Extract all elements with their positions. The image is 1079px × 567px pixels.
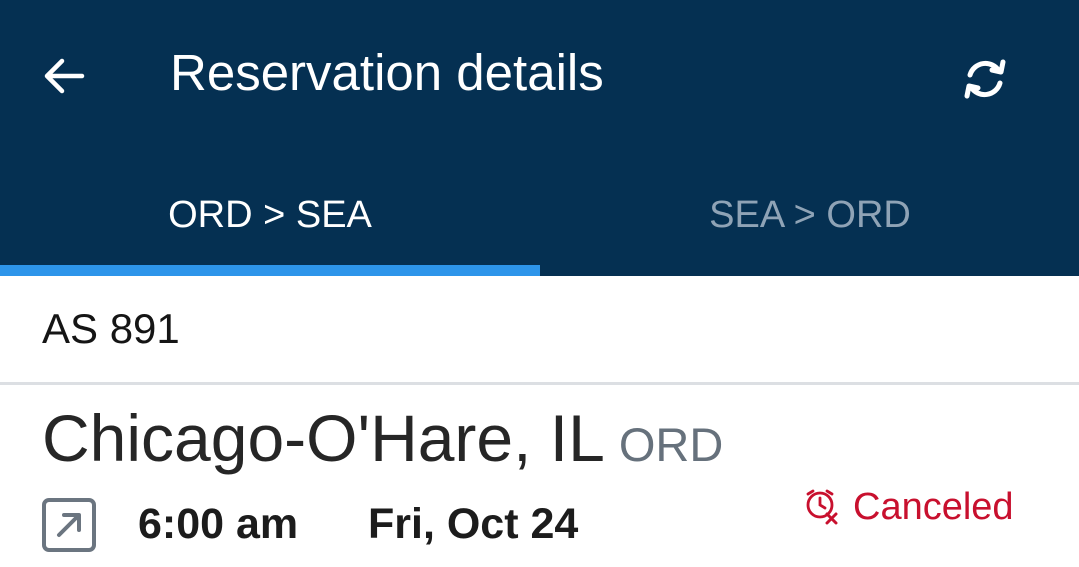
tab-ord-sea[interactable]: ORD > SEA bbox=[0, 180, 540, 266]
tab-sea-ord[interactable]: SEA > ORD bbox=[540, 180, 1079, 266]
refresh-icon bbox=[964, 59, 1006, 99]
status-label: Canceled bbox=[853, 486, 1014, 528]
arrow-left-icon bbox=[44, 58, 85, 94]
departure-city: Chicago-O'Hare, IL bbox=[42, 401, 605, 475]
refresh-button[interactable] bbox=[952, 46, 1018, 112]
clock-cancel-icon bbox=[806, 489, 838, 525]
departure-time: 6:00 am bbox=[138, 500, 299, 548]
flight-number: AS 891 bbox=[42, 305, 180, 352]
departure-arrow-icon bbox=[42, 498, 96, 552]
page-title: Reservation details bbox=[170, 44, 604, 101]
app-bar: Reservation details ORD > SEA SEA > ORD bbox=[0, 0, 1079, 276]
departure-date: Fri, Oct 24 bbox=[368, 500, 579, 548]
departure-airport-code: ORD bbox=[618, 418, 724, 471]
departure-city-heading: Chicago-O'Hare, IL ORD bbox=[42, 398, 723, 485]
flight-number-bar: AS 891 bbox=[0, 276, 1079, 385]
back-button[interactable] bbox=[36, 48, 92, 104]
active-tab-indicator bbox=[0, 265, 540, 276]
